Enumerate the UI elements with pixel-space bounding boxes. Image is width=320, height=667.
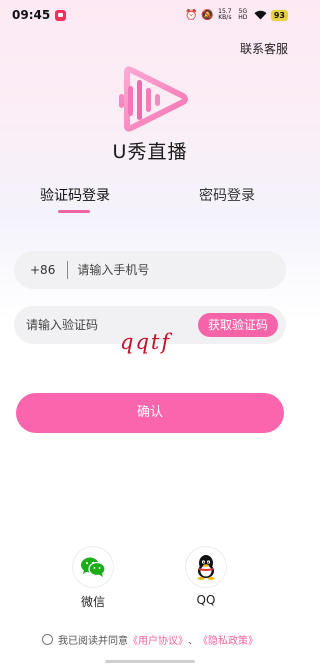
- app-name: U秀直播: [112, 141, 188, 163]
- wechat-login[interactable]: 微信: [63, 547, 123, 610]
- app-logo: [119, 66, 188, 132]
- phone-field: +86: [14, 251, 286, 289]
- country-code-selector[interactable]: +86: [30, 263, 55, 277]
- qq-label: QQ: [196, 593, 216, 607]
- qq-login[interactable]: QQ: [176, 547, 236, 607]
- phone-input[interactable]: [77, 251, 286, 289]
- agreement-checkbox[interactable]: [42, 634, 53, 645]
- privacy-policy-link[interactable]: 《隐私政策》: [198, 632, 258, 647]
- contact-support-link[interactable]: 联系客服: [240, 40, 288, 57]
- status-bar: 09:45 ⏰ 🔕 15.7 KB/s 5G HD 93: [0, 0, 300, 30]
- agreement-prefix: 我已阅读并同意: [58, 636, 128, 647]
- login-tabs: 验证码登录 密码登录: [0, 185, 300, 225]
- notification-app-icon: [55, 9, 67, 21]
- alarm-icon: ⏰: [184, 9, 198, 21]
- get-code-button[interactable]: 获取验证码: [197, 313, 278, 337]
- status-indicators: ⏰ 🔕 15.7 KB/s 5G HD 93: [185, 9, 288, 21]
- wechat-button[interactable]: [73, 547, 113, 587]
- qq-button[interactable]: [186, 547, 226, 587]
- battery-indicator: 93: [270, 9, 288, 21]
- qq-icon: [197, 555, 215, 580]
- status-time: 09:45: [12, 8, 51, 22]
- mute-icon: 🔕: [201, 9, 214, 21]
- agreement-row: 我已阅读并同意 《用户协议》 、 《隐私政策》: [0, 632, 300, 647]
- field-divider: [67, 261, 69, 279]
- user-agreement-link[interactable]: 《用户协议》: [128, 632, 188, 647]
- home-indicator[interactable]: [105, 660, 195, 663]
- active-tab-indicator: [58, 210, 90, 213]
- captcha-text: qqtf: [120, 330, 172, 354]
- confirm-button[interactable]: 确认: [16, 393, 284, 433]
- wechat-label: 微信: [80, 595, 105, 609]
- tab-sms-login[interactable]: 验证码登录: [40, 185, 110, 205]
- wechat-icon: [81, 557, 106, 577]
- wifi-icon: [254, 10, 267, 20]
- net-type: 5G HD: [238, 8, 248, 21]
- tab-password-login[interactable]: 密码登录: [199, 185, 255, 205]
- net-speed: 15.7 KB/s: [218, 8, 232, 21]
- agreement-separator: 、: [188, 636, 198, 647]
